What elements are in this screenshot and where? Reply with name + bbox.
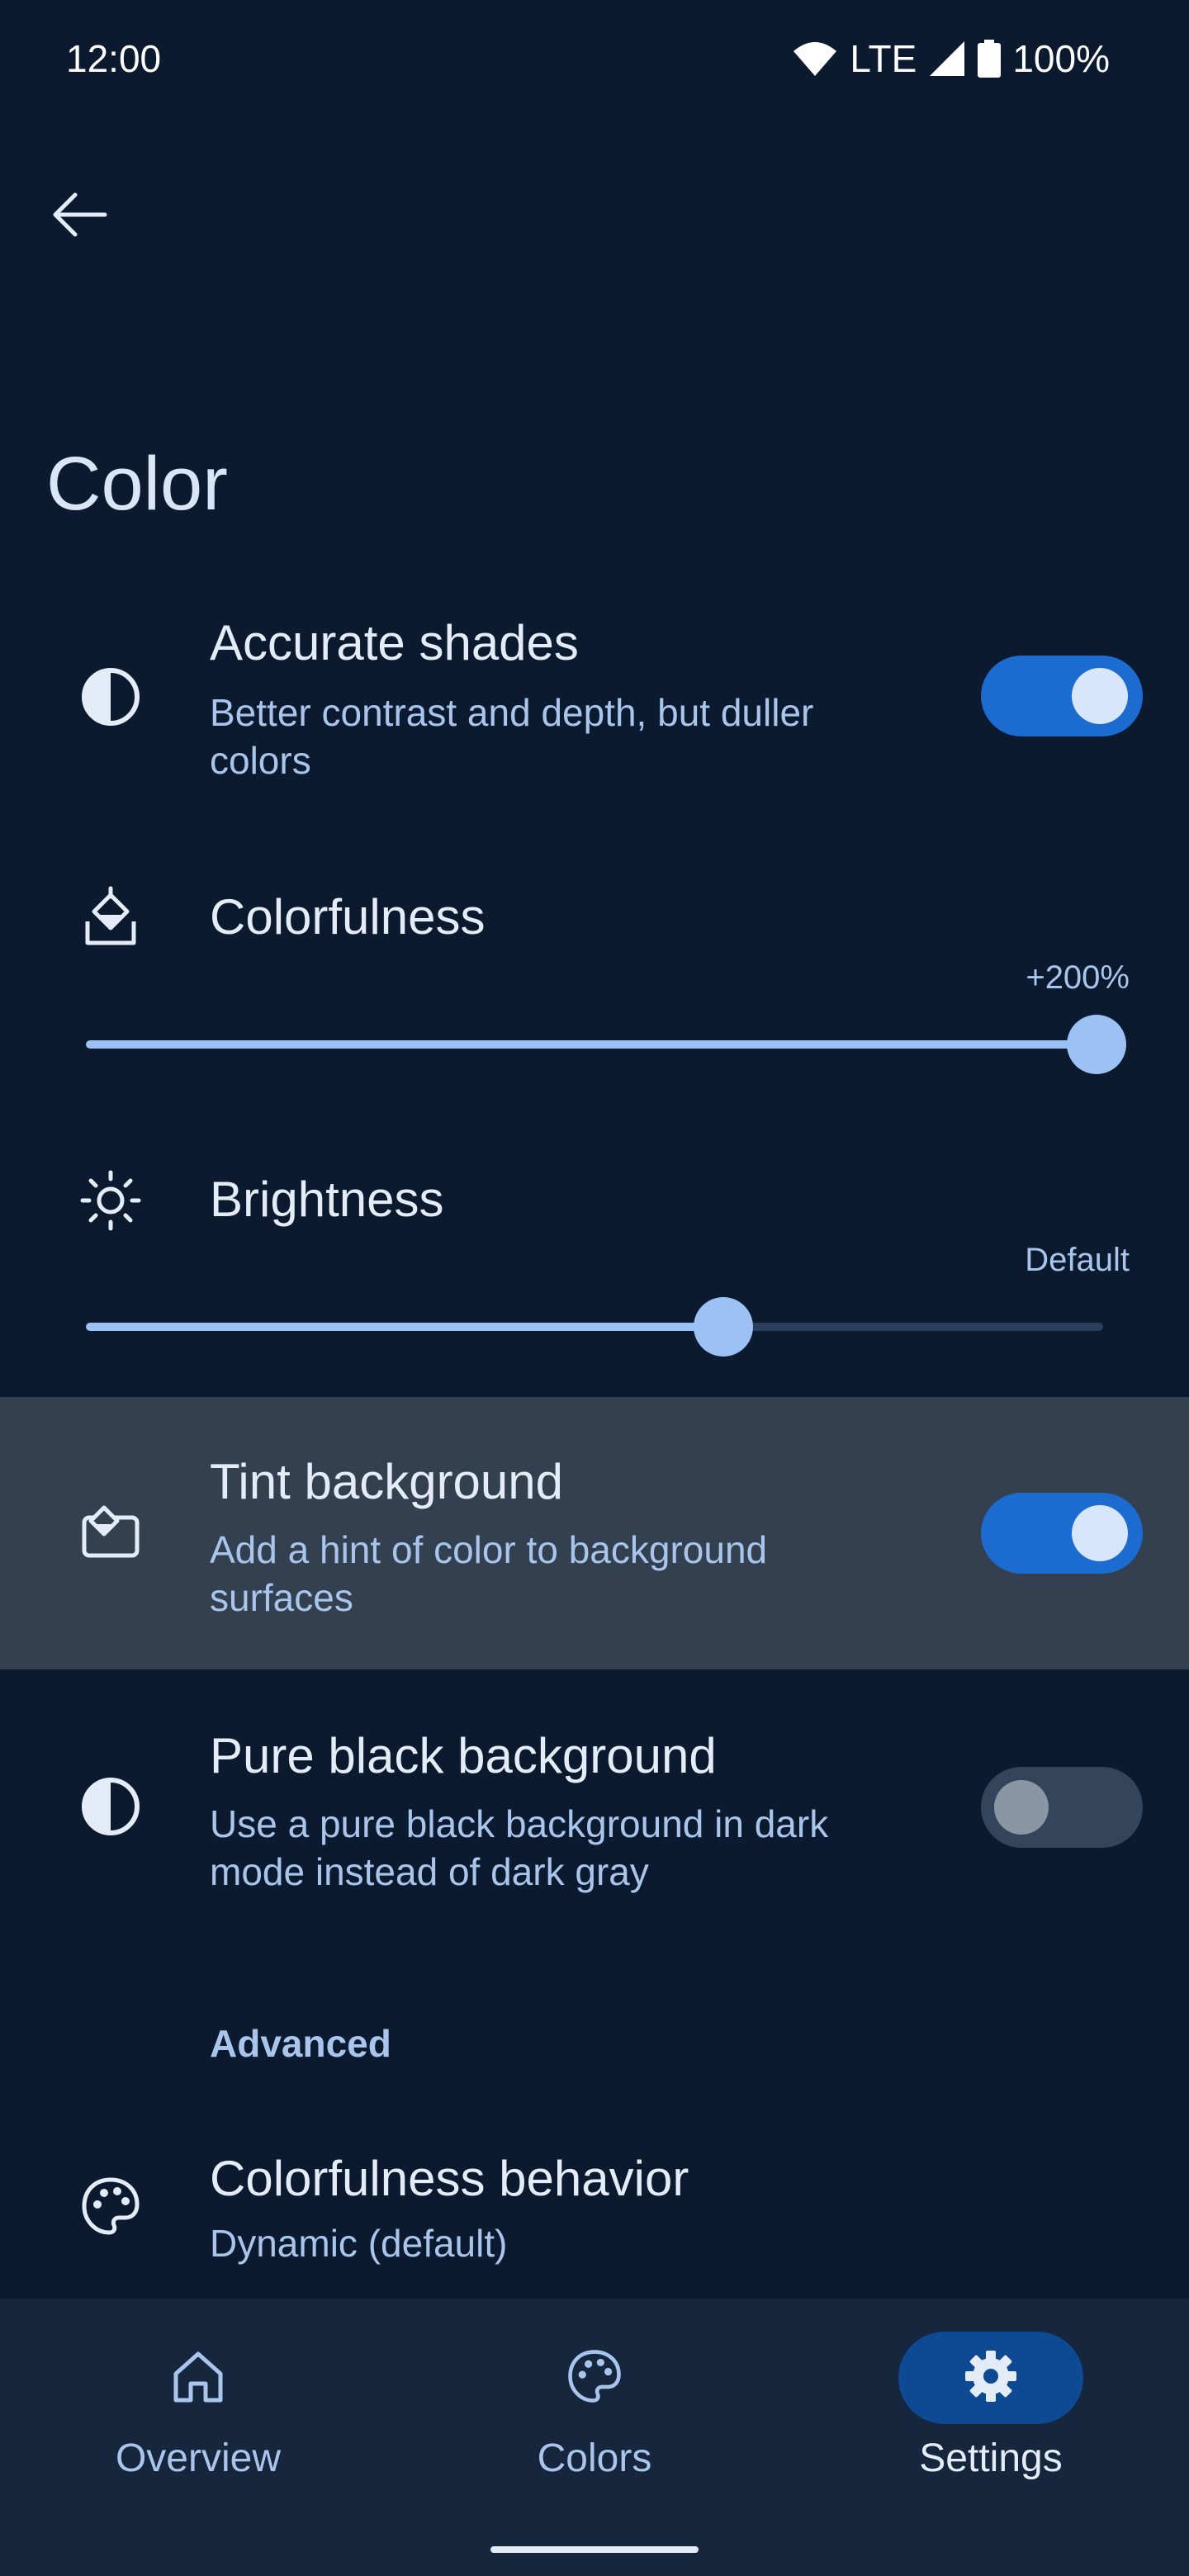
- pure-black-title: Pure black background: [210, 1728, 717, 1783]
- arrow-left-icon: [50, 190, 108, 244]
- tint-background-title: Tint background: [210, 1454, 564, 1509]
- tint-surface-icon: [76, 1496, 145, 1565]
- tint-background-subtitle-line2: surfaces: [210, 1576, 353, 1619]
- colorfulness-thumb[interactable]: [1067, 1015, 1126, 1074]
- pure-black-subtitle: Use a pure black background in dark mode…: [210, 1800, 828, 1896]
- signal-icon: [928, 40, 966, 78]
- brightness-value: Default: [1025, 1242, 1130, 1278]
- page-title: Color: [46, 442, 228, 526]
- accurate-shades-subtitle-line2: colors: [210, 739, 311, 782]
- tint-background-toggle[interactable]: [981, 1493, 1143, 1574]
- network-type: LTE: [850, 37, 917, 80]
- contrast-icon: [76, 1772, 145, 1841]
- back-button[interactable]: [33, 170, 126, 263]
- brightness-title: Brightness: [210, 1172, 444, 1227]
- paint-bucket-icon: [76, 882, 145, 951]
- advanced-section-header: Advanced: [210, 2022, 391, 2065]
- nav-label-overview: Overview: [115, 2436, 282, 2480]
- wifi-icon: [792, 40, 838, 78]
- palette-icon: [566, 2347, 623, 2409]
- nav-pill-overview: [106, 2332, 291, 2424]
- nav-item-settings[interactable]: Settings: [867, 2332, 1115, 2481]
- brightness-icon: [76, 1166, 145, 1235]
- home-icon: [169, 2347, 227, 2409]
- accurate-shades-toggle[interactable]: [981, 656, 1143, 736]
- gear-icon: [962, 2347, 1020, 2409]
- brightness-track-inactive[interactable]: [723, 1323, 1103, 1331]
- tint-background-subtitle: Add a hint of color to background surfac…: [210, 1526, 767, 1622]
- brightness-thumb[interactable]: [694, 1297, 753, 1357]
- pure-black-toggle[interactable]: [981, 1767, 1143, 1848]
- nav-item-colors[interactable]: Colors: [471, 2332, 718, 2481]
- colorfulness-behavior-row[interactable]: [0, 2130, 1189, 2295]
- nav-label-settings: Settings: [919, 2436, 1063, 2480]
- battery-level: 100%: [1012, 37, 1110, 80]
- colorfulness-value: +200%: [1026, 959, 1130, 996]
- bottom-navigation: Overview Colors Settings: [0, 2299, 1189, 2576]
- status-time: 12:00: [66, 37, 162, 80]
- tint-background-subtitle-line1: Add a hint of color to background: [210, 1528, 768, 1571]
- contrast-icon: [76, 662, 145, 732]
- pure-black-subtitle-line1: Use a pure black background in dark: [210, 1802, 829, 1845]
- accurate-shades-subtitle-line1: Better contrast and depth, but duller: [210, 691, 814, 734]
- nav-pill-colors: [502, 2332, 687, 2424]
- accurate-shades-subtitle: Better contrast and depth, but duller co…: [210, 689, 813, 784]
- nav-label-colors: Colors: [537, 2436, 652, 2480]
- colorfulness-track[interactable]: [86, 1040, 1097, 1049]
- nav-pill-settings: [898, 2332, 1083, 2424]
- battery-icon: [978, 40, 1002, 78]
- status-icons: LTE 100%: [792, 36, 1110, 81]
- pure-black-subtitle-line2: mode instead of dark gray: [210, 1850, 649, 1893]
- colorfulness-title: Colorfulness: [210, 889, 486, 945]
- brightness-track-active[interactable]: [86, 1323, 723, 1331]
- nav-item-overview[interactable]: Overview: [74, 2332, 322, 2481]
- accurate-shades-title: Accurate shades: [210, 615, 579, 670]
- home-indicator[interactable]: [490, 2546, 699, 2553]
